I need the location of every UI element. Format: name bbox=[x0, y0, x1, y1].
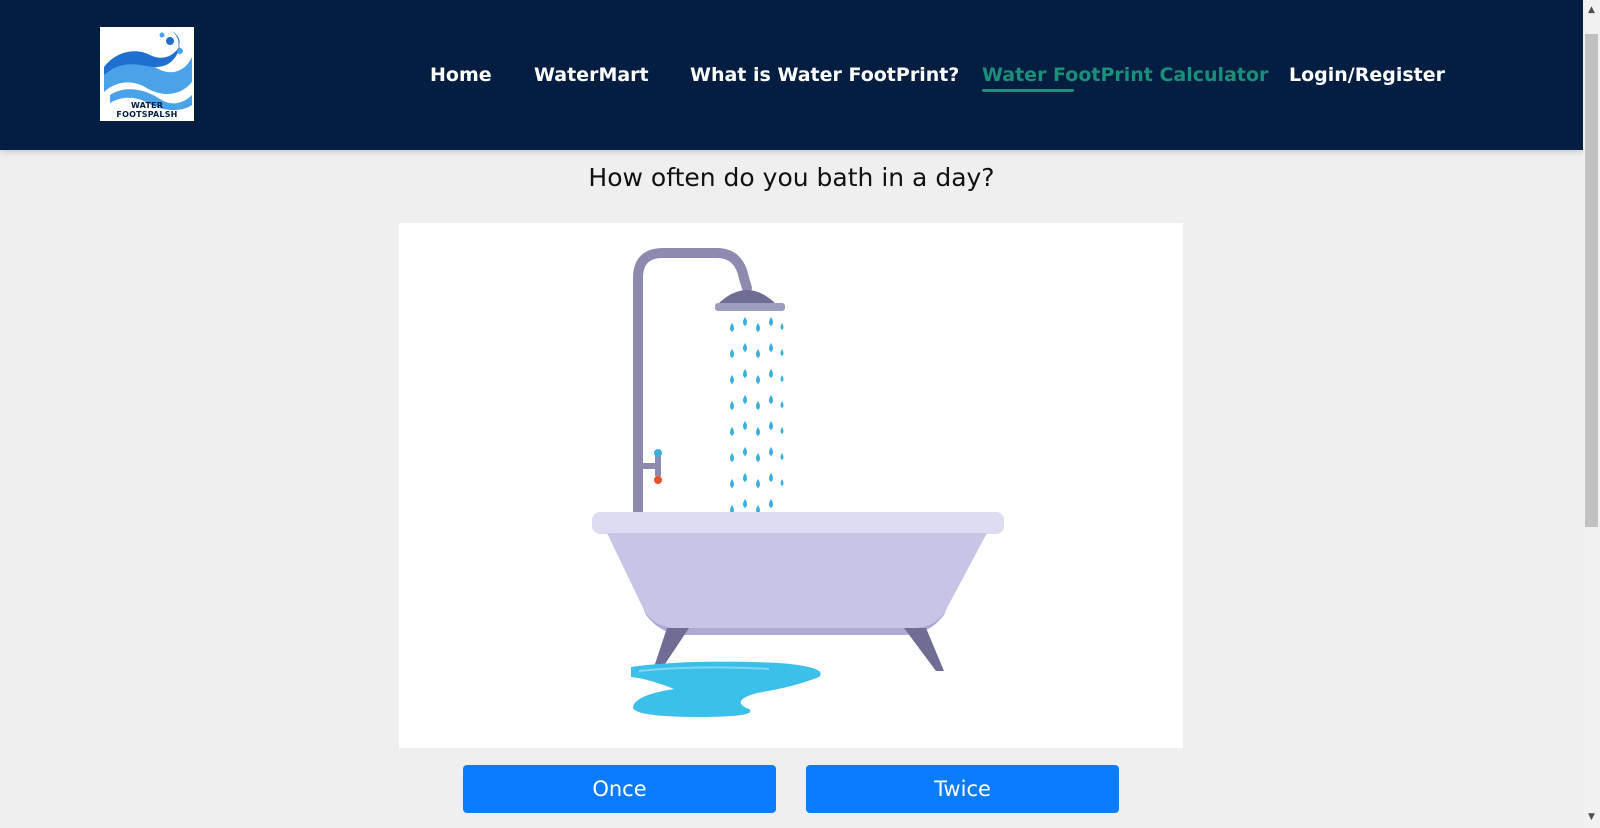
nav-home[interactable]: Home bbox=[430, 60, 492, 90]
scroll-down-arrow-icon[interactable]: ▼ bbox=[1583, 809, 1600, 826]
active-nav-underline bbox=[982, 89, 1074, 92]
scroll-thumb[interactable] bbox=[1585, 34, 1598, 527]
nav-watermart[interactable]: WaterMart bbox=[534, 60, 649, 90]
answer-twice-button[interactable]: Twice bbox=[806, 765, 1119, 813]
nav-login-register[interactable]: Login/Register bbox=[1289, 60, 1445, 90]
site-header: WATER FOOTSPALSH Home WaterMart What is … bbox=[0, 0, 1583, 150]
answer-once-button[interactable]: Once bbox=[463, 765, 776, 813]
nav-what-is-water-footprint[interactable]: What is Water FootPrint? bbox=[690, 60, 959, 90]
page: WATER FOOTSPALSH Home WaterMart What is … bbox=[0, 0, 1600, 828]
bathtub-shower-icon bbox=[592, 248, 1004, 717]
vertical-scrollbar[interactable]: ▲ ▼ bbox=[1583, 0, 1600, 828]
nav-water-footprint-calculator[interactable]: Water FootPrint Calculator bbox=[982, 60, 1268, 90]
question-text: How often do you bath in a day? bbox=[588, 163, 995, 192]
scroll-up-arrow-icon[interactable]: ▲ bbox=[1583, 2, 1600, 19]
main-nav: Home WaterMart What is Water FootPrint? … bbox=[0, 0, 1583, 150]
bathtub-illustration bbox=[399, 223, 1183, 748]
